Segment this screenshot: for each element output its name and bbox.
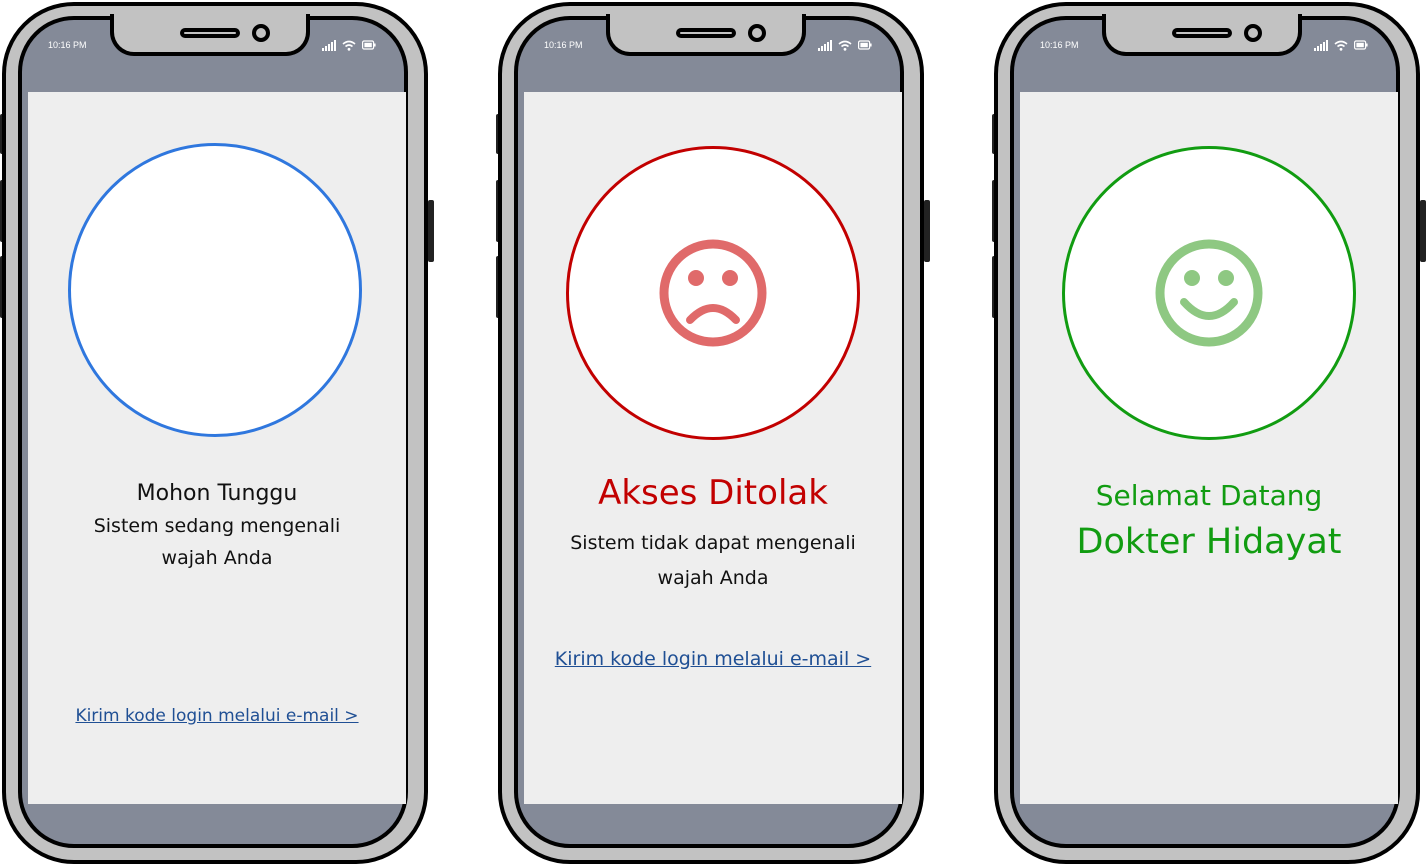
- screen-denied: Akses Ditolak Sistem tidak dapat mengena…: [524, 92, 902, 804]
- status-time: 10:16 PM: [544, 40, 583, 50]
- signal-icon: [818, 39, 832, 51]
- email-login-link[interactable]: Kirim kode login melalui e-mail >: [28, 706, 406, 726]
- speaker-icon: [180, 28, 240, 38]
- power-button: [1420, 200, 1426, 262]
- screen-loading: Mohon Tunggu Sistem sedang mengenali waj…: [28, 92, 406, 804]
- status-message-line1: Sistem sedang mengenali: [93, 515, 341, 537]
- camera-icon: [1244, 24, 1262, 42]
- wifi-icon: [838, 40, 852, 51]
- signal-icon: [1314, 39, 1328, 51]
- page-title: Mohon Tunggu: [136, 481, 298, 506]
- sad-face-icon: [659, 239, 767, 347]
- phone-frame-loading: 10:16 PM Mohon Tunggu Sistem sedang meng…: [0, 0, 434, 868]
- status-icons: [818, 38, 872, 52]
- face-scan-circle: [68, 143, 362, 437]
- wifi-icon: [342, 40, 356, 51]
- status-icons: [322, 38, 376, 52]
- status-message-line1: Sistem tidak dapat mengenali: [570, 532, 856, 554]
- power-button: [924, 200, 930, 262]
- screen-success: Selamat Datang Dokter Hidayat: [1020, 92, 1398, 804]
- phone-frame-denied: 10:16 PM Akses Ditolak Sistem tidak dapa…: [496, 0, 930, 868]
- status-message-line2: wajah Anda: [657, 567, 769, 589]
- battery-icon: [1354, 40, 1368, 50]
- speaker-icon: [1172, 28, 1232, 38]
- user-name: Dokter Hidayat: [1076, 522, 1342, 562]
- status-message-line2: wajah Anda: [161, 547, 273, 569]
- signal-icon: [322, 39, 336, 51]
- page-title: Akses Ditolak: [598, 473, 828, 513]
- wifi-icon: [1334, 40, 1348, 51]
- camera-icon: [748, 24, 766, 42]
- status-time: 10:16 PM: [48, 40, 87, 50]
- status-icons: [1314, 38, 1368, 52]
- page-title: Selamat Datang: [1095, 479, 1323, 512]
- battery-icon: [362, 40, 376, 50]
- smile-face-icon: [1155, 239, 1263, 347]
- camera-icon: [252, 24, 270, 42]
- battery-icon: [858, 40, 872, 50]
- face-scan-circle: [566, 146, 860, 440]
- face-scan-circle: [1062, 146, 1356, 440]
- power-button: [428, 200, 434, 262]
- phone-frame-success: 10:16 PM Selamat Datang Dokter Hidayat: [992, 0, 1426, 868]
- speaker-icon: [676, 28, 736, 38]
- email-login-link[interactable]: Kirim kode login melalui e-mail >: [524, 648, 902, 670]
- status-time: 10:16 PM: [1040, 40, 1079, 50]
